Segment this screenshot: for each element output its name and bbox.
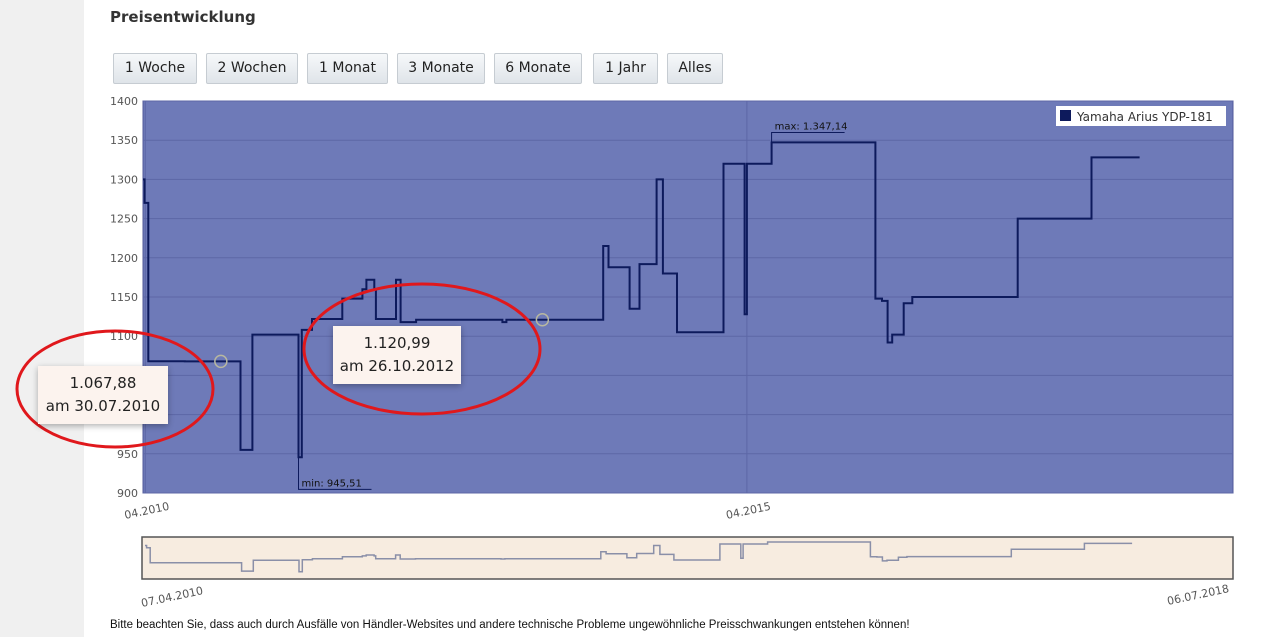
legend-swatch xyxy=(1060,110,1071,121)
y-tick-label: 1200 xyxy=(110,252,138,265)
y-tick-label: 950 xyxy=(117,448,138,461)
price-chart: 9009501000105011001150120012501300135014… xyxy=(15,95,1234,610)
navigator[interactable] xyxy=(141,536,1234,580)
y-tick-label: 1400 xyxy=(110,95,138,108)
tooltip-date: am 30.07.2010 xyxy=(45,397,161,415)
tooltip-1: 1.067,88 am 30.07.2010 xyxy=(38,366,168,424)
tooltip-2: 1.120,99 am 26.10.2012 xyxy=(333,326,461,384)
y-tick-label: 1250 xyxy=(110,213,138,226)
min-label: min: 945,51 xyxy=(302,478,362,489)
legend: Yamaha Arius YDP-181 xyxy=(1056,106,1226,126)
tooltip-date: am 26.10.2012 xyxy=(339,357,455,375)
legend-label: Yamaha Arius YDP-181 xyxy=(1076,110,1213,124)
x-tick-label: 04.2015 xyxy=(725,500,772,522)
y-tick-label: 1150 xyxy=(110,291,138,304)
disclaimer-notice: Bitte beachten Sie, dass auch durch Ausf… xyxy=(110,619,910,631)
tooltip-value: 1.067,88 xyxy=(69,374,137,392)
navigator-end-label: 06.07.2018 xyxy=(1166,582,1230,608)
y-tick-label: 1350 xyxy=(110,134,138,147)
max-label: max: 1.347,14 xyxy=(775,121,848,132)
tooltip-value: 1.120,99 xyxy=(363,334,431,352)
navigator-start-label: 07.04.2010 xyxy=(140,584,204,610)
y-tick-label: 900 xyxy=(117,487,138,500)
y-tick-label: 1300 xyxy=(110,173,138,186)
x-tick-label: 04.2010 xyxy=(123,500,170,522)
